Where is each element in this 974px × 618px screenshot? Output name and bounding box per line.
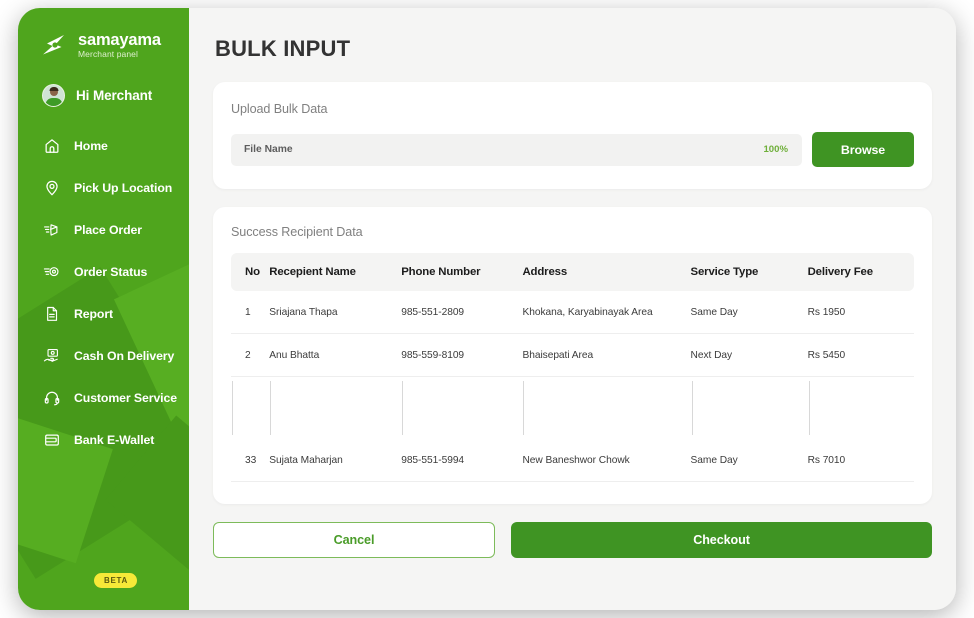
cancel-button[interactable]: Cancel: [213, 521, 495, 558]
cell-fee: Rs 5450: [807, 333, 914, 377]
upload-bulk-data-card: Upload Bulk Data File Name 100% Browse: [213, 82, 932, 189]
app-window: samayama Merchant panel Hi Merchant Home…: [18, 8, 956, 610]
upload-row: File Name 100% Browse: [231, 132, 914, 167]
sidebar-item-label: Bank E-Wallet: [74, 433, 155, 447]
page-title: BULK INPUT: [215, 36, 351, 61]
headset-icon: [42, 389, 61, 408]
cell-service: Same Day: [690, 291, 808, 334]
brand-subtitle: Merchant panel: [78, 49, 138, 59]
avatar: [42, 84, 65, 107]
sidebar-item-label: Customer Service: [74, 391, 177, 405]
sidebar: samayama Merchant panel Hi Merchant Home…: [18, 8, 189, 610]
table-row[interactable]: 33 Sujata Maharjan 985-551-5994 New Bane…: [231, 438, 914, 482]
sidebar-item-bank-e-wallet[interactable]: Bank E-Wallet: [18, 419, 189, 461]
table-rows-truncated-indicator: [231, 377, 914, 439]
column-header-phone-number: Phone Number: [401, 253, 523, 291]
truncation-mark: [402, 380, 404, 435]
checkout-button[interactable]: Checkout: [511, 521, 932, 558]
column-header-no: No: [231, 253, 270, 291]
table-row[interactable]: 2 Anu Bhatta 985-559-8109 Bhaisepati Are…: [231, 333, 914, 377]
sidebar-item-label: Pick Up Location: [74, 181, 173, 195]
upload-heading: Upload Bulk Data: [231, 102, 328, 116]
table-header: No Recepient Name Phone Number Address S…: [231, 253, 914, 291]
cell-no: 1: [231, 291, 270, 334]
truncation-mark: [232, 380, 233, 435]
wallet-icon: [42, 431, 61, 450]
truncation-mark: [270, 380, 272, 435]
sidebar-item-order-status[interactable]: Order Status: [18, 251, 189, 293]
table-row[interactable]: 1 Sriajana Thapa 985-551-2809 Khokana, K…: [231, 291, 914, 334]
table-header-row: No Recepient Name Phone Number Address S…: [231, 253, 914, 291]
cell-name: Sriajana Thapa: [269, 291, 402, 334]
sidebar-item-home[interactable]: Home: [18, 125, 189, 167]
cell-no: 33: [231, 438, 270, 482]
brand-name: samayama: [78, 30, 161, 49]
cell-address: Khokana, Karyabinayak Area: [522, 291, 691, 334]
table-heading: Success Recipient Data: [231, 225, 363, 239]
truncation-mark: [523, 380, 525, 435]
cell-name: Sujata Maharjan: [269, 438, 402, 482]
sidebar-item-cash-on-delivery[interactable]: Cash On Delivery: [18, 335, 189, 377]
recipient-table: No Recepient Name Phone Number Address S…: [231, 253, 914, 482]
action-bar: Cancel Checkout: [213, 521, 932, 558]
cell-fee: Rs 1950: [807, 291, 914, 334]
cell-address: Bhaisepati Area: [522, 333, 691, 377]
package-send-icon: [42, 221, 61, 240]
cell-service: Same Day: [690, 438, 808, 482]
sidebar-item-label: Report: [74, 307, 114, 321]
truncation-mark: [691, 380, 693, 435]
column-header-recepient-name: Recepient Name: [269, 253, 402, 291]
cell-no: 2: [231, 333, 270, 377]
cell-phone: 985-551-5994: [401, 438, 523, 482]
upload-progress-value: 100%: [763, 144, 788, 155]
greeting-label: Hi Merchant: [76, 88, 153, 103]
cell-phone: 985-559-8109: [401, 333, 523, 377]
column-header-service-type: Service Type: [690, 253, 808, 291]
sidebar-item-label: Order Status: [74, 265, 148, 279]
map-pin-icon: [42, 179, 61, 198]
beta-badge: BETA: [94, 573, 137, 588]
cell-fee: Rs 7010: [807, 438, 914, 482]
sidebar-nav: Home Pick Up Location Place Order Order …: [18, 125, 189, 461]
file-name-value: File Name: [244, 144, 293, 155]
success-recipient-data-card: Success Recipient Data No Recepient Name…: [213, 207, 932, 504]
sidebar-item-label: Home: [74, 139, 108, 153]
main-content: BULK INPUT Upload Bulk Data File Name 10…: [189, 8, 956, 610]
user-greeting[interactable]: Hi Merchant: [18, 60, 189, 107]
file-name-field[interactable]: File Name 100%: [231, 133, 802, 166]
table-body: 1 Sriajana Thapa 985-551-2809 Khokana, K…: [231, 291, 914, 482]
cash-hand-icon: [42, 347, 61, 366]
lightning-bolt-logo-icon: [40, 30, 70, 60]
document-icon: [42, 305, 61, 324]
brand-logo[interactable]: samayama Merchant panel: [18, 8, 189, 60]
column-header-delivery-fee: Delivery Fee: [807, 253, 914, 291]
column-header-address: Address: [522, 253, 691, 291]
location-track-icon: [42, 263, 61, 282]
sidebar-item-pick-up-location[interactable]: Pick Up Location: [18, 167, 189, 209]
cell-address: New Baneshwor Chowk: [522, 438, 691, 482]
cell-name: Anu Bhatta: [269, 333, 402, 377]
browse-button[interactable]: Browse: [812, 132, 914, 167]
sidebar-item-place-order[interactable]: Place Order: [18, 209, 189, 251]
cell-phone: 985-551-2809: [401, 291, 523, 334]
truncation-mark: [808, 380, 810, 435]
home-icon: [42, 137, 61, 156]
sidebar-item-customer-service[interactable]: Customer Service: [18, 377, 189, 419]
sidebar-item-label: Cash On Delivery: [74, 349, 175, 363]
sidebar-item-label: Place Order: [74, 223, 142, 237]
cell-service: Next Day: [690, 333, 808, 377]
sidebar-item-report[interactable]: Report: [18, 293, 189, 335]
